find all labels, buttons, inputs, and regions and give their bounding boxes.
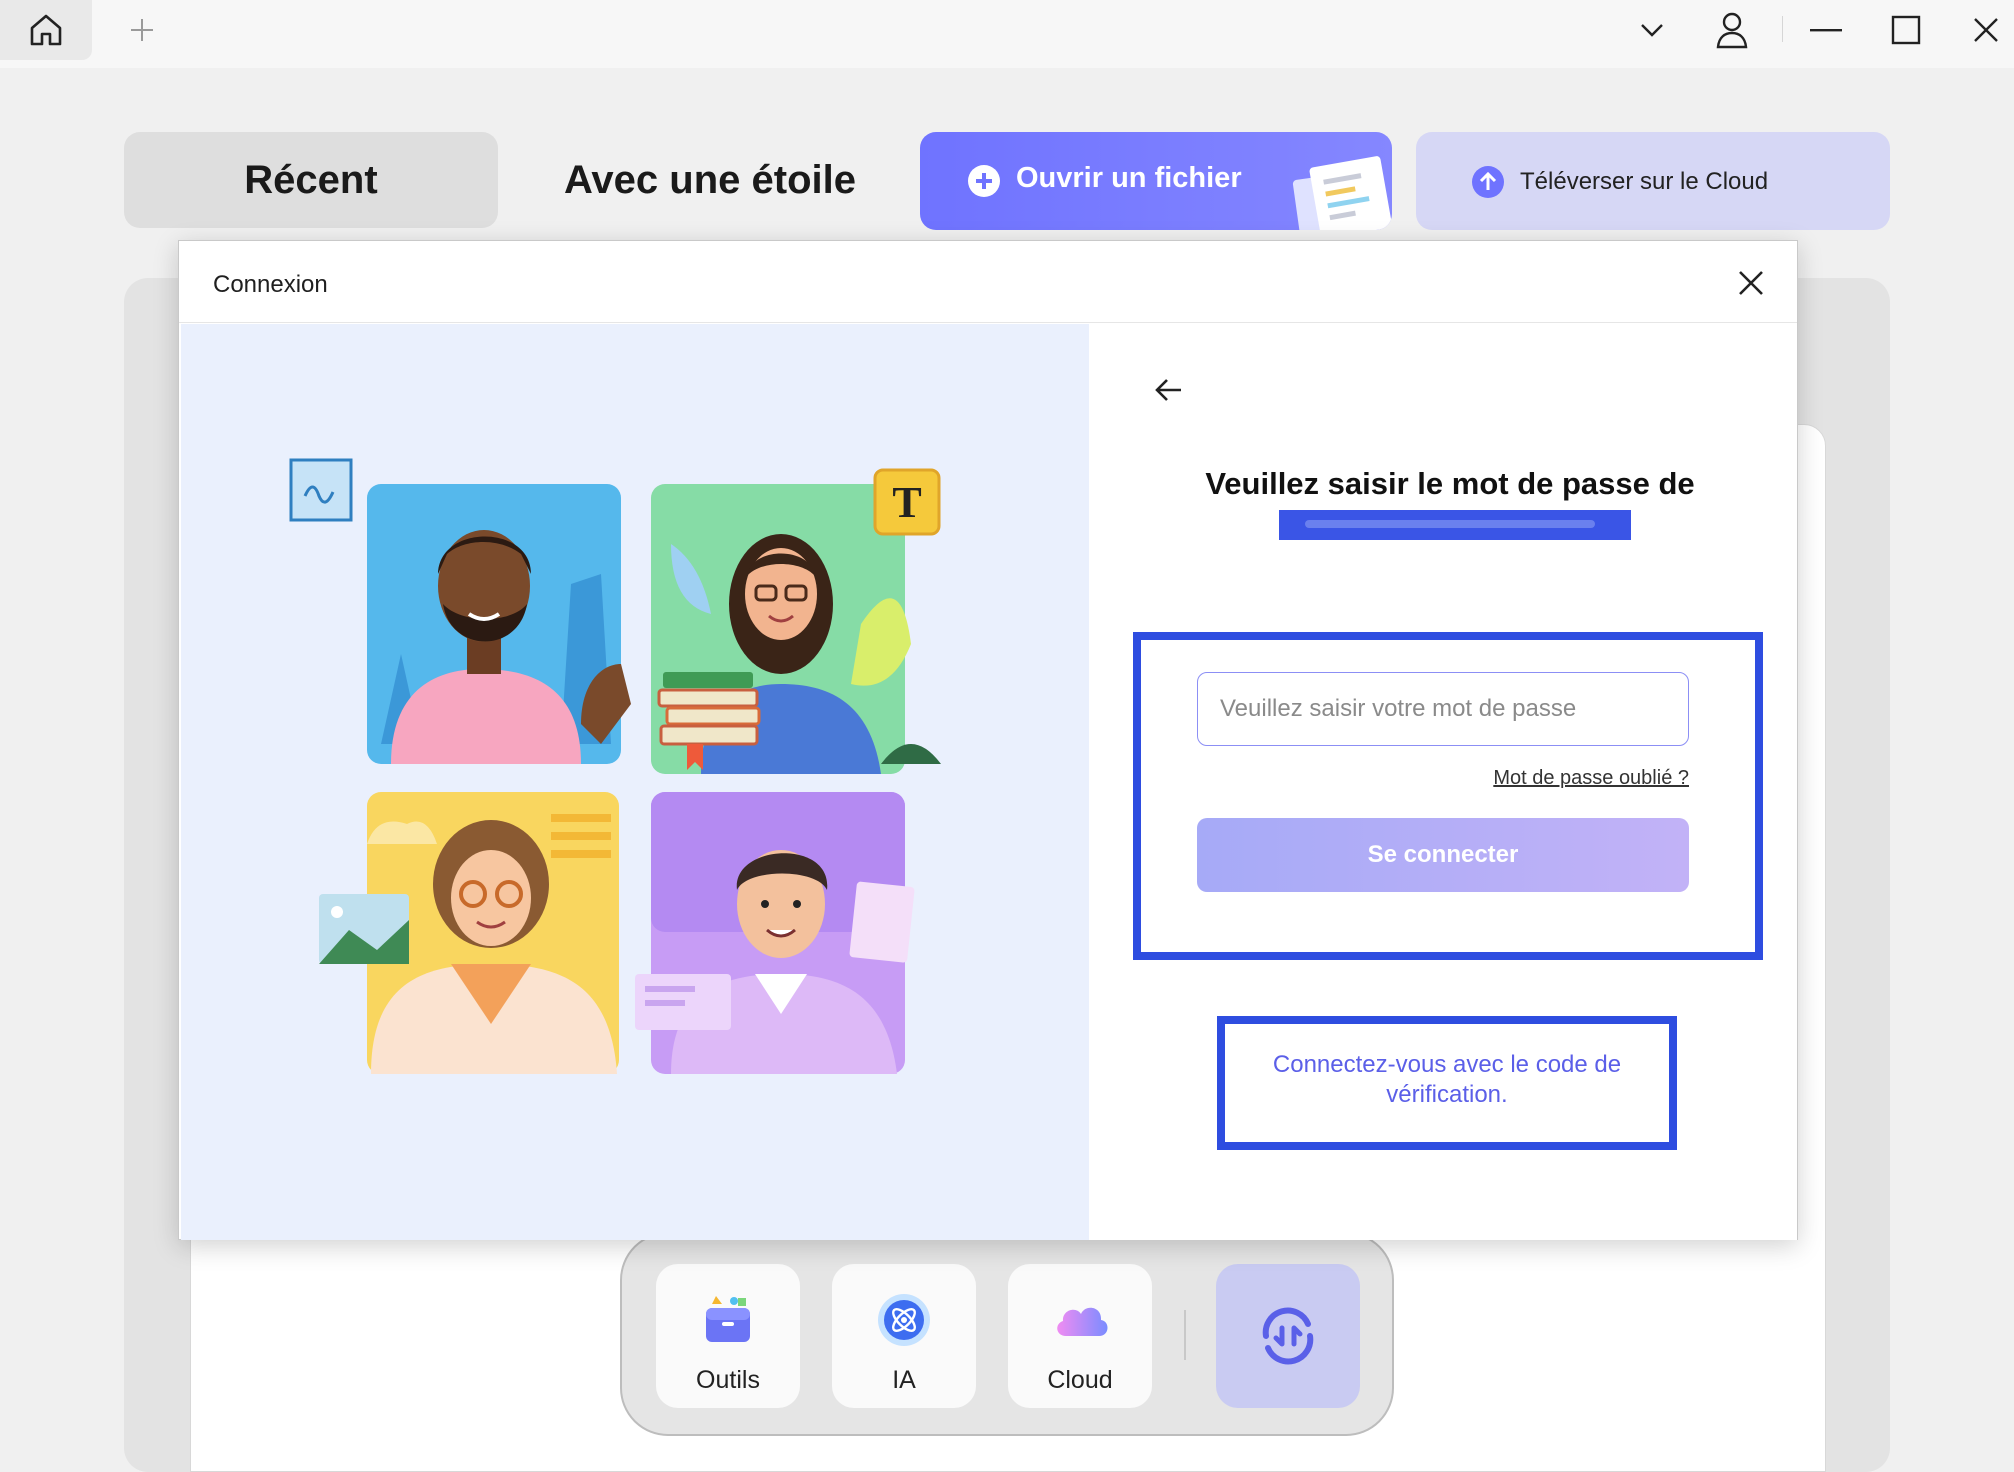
open-file-label: Ouvrir un fichier: [1016, 162, 1242, 194]
dialog-header: Connexion: [179, 241, 1797, 323]
dock-cloud-button[interactable]: Cloud: [1008, 1264, 1152, 1408]
upload-cloud-button[interactable]: Téléverser sur le Cloud: [1416, 132, 1890, 230]
password-heading: Veuillez saisir le mot de passe de: [1205, 466, 1695, 501]
dock-separator: [1184, 1310, 1186, 1360]
verification-code-link[interactable]: Connectez-vous avec le code de vérificat…: [1239, 1050, 1655, 1110]
minimize-button[interactable]: [1800, 6, 1852, 54]
svg-text:T: T: [892, 478, 921, 527]
account-button[interactable]: [1706, 6, 1758, 54]
login-button[interactable]: Se connecter: [1197, 818, 1689, 892]
close-icon[interactable]: [1735, 267, 1767, 299]
open-file-button[interactable]: Ouvrir un fichier: [920, 132, 1392, 230]
documents-icon: [1292, 156, 1392, 230]
dock-ai-label: IA: [892, 1366, 916, 1394]
redacted-email: [1279, 510, 1631, 540]
titlebar-separator: [1782, 16, 1783, 42]
toolbox-icon: [700, 1292, 756, 1348]
home-icon: [30, 14, 62, 46]
dock-ai-button[interactable]: IA: [832, 1264, 976, 1408]
close-icon: [1974, 18, 1998, 42]
close-window-button[interactable]: [1960, 6, 2012, 54]
forgot-password-link[interactable]: Mot de passe oublié ?: [1485, 767, 1689, 790]
dock-cloud-label: Cloud: [1047, 1366, 1113, 1394]
title-bar: [0, 0, 2014, 68]
user-icon: [1716, 12, 1748, 49]
dropdown-button[interactable]: [1626, 6, 1678, 54]
tab-starred[interactable]: Avec une étoile: [520, 132, 900, 228]
maximize-icon: [1891, 15, 1921, 45]
dock-sync-button[interactable]: [1216, 1264, 1360, 1408]
minimize-icon: [1810, 29, 1842, 32]
maximize-button[interactable]: [1880, 6, 1932, 54]
ai-icon: [876, 1292, 932, 1348]
dock-tools-label: Outils: [696, 1366, 760, 1394]
new-tab-button[interactable]: [122, 12, 162, 48]
cloud-icon: [1052, 1292, 1108, 1348]
people-collage-illustration: T: [289, 458, 941, 1074]
upload-cloud-label: Téléverser sur le Cloud: [1520, 168, 1769, 195]
dock-tools-button[interactable]: Outils: [656, 1264, 800, 1408]
plus-circle-icon: [968, 165, 1000, 197]
login-dialog: Connexion T Veuillez saisir le mot de pa…: [178, 240, 1798, 1240]
login-illustration: T: [181, 324, 1089, 1240]
tab-recent[interactable]: Récent: [124, 132, 498, 228]
sync-icon: [1262, 1307, 1314, 1365]
login-form-pane: Veuillez saisir le mot de passe de Mot d…: [1089, 324, 1797, 1240]
dialog-title: Connexion: [213, 271, 328, 298]
plus-icon: [131, 19, 153, 41]
upload-arrow-icon: [1472, 166, 1504, 198]
back-arrow-icon[interactable]: [1153, 376, 1185, 404]
bottom-dock: Outils IA Cloud: [620, 1232, 1394, 1436]
password-input[interactable]: [1197, 672, 1689, 746]
chevron-down-icon: [1641, 24, 1663, 37]
home-tab[interactable]: [0, 0, 92, 60]
